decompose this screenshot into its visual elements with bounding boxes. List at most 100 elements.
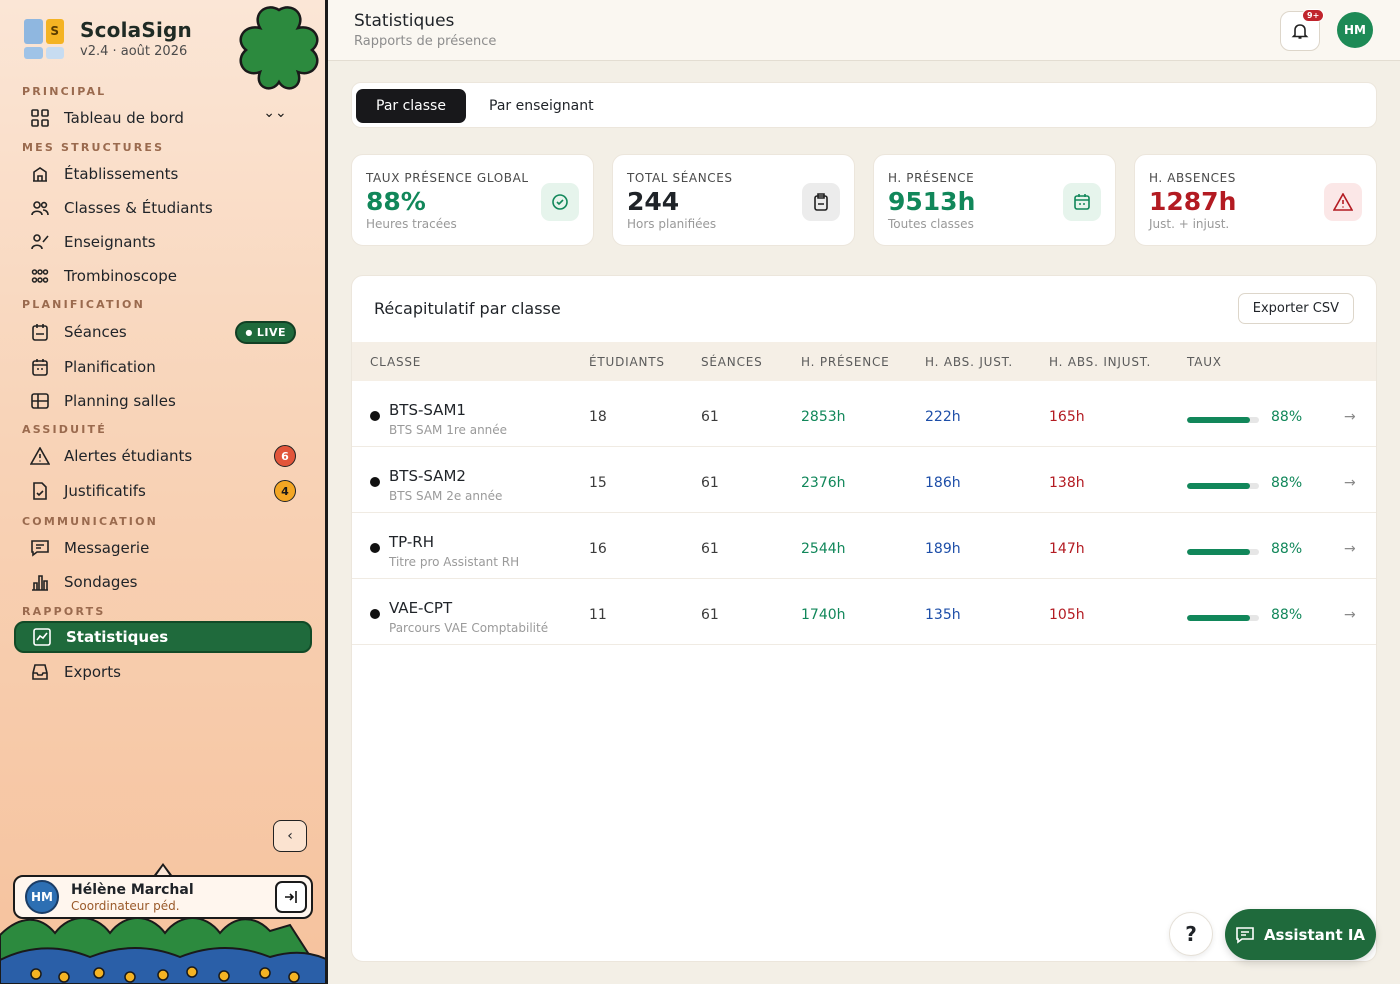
kpi-subtext: Hors planifiées: [627, 217, 717, 231]
teacher-icon: [30, 232, 50, 252]
rate-progress-bar: [1187, 417, 1259, 423]
line-chart-icon: [32, 627, 52, 647]
user-avatar-button[interactable]: HM: [1337, 12, 1373, 48]
class-description: BTS SAM 2e année: [389, 489, 503, 503]
cell-students: 18: [589, 409, 607, 425]
column-header-seances[interactable]: SÉANCES: [701, 355, 763, 369]
ai-assistant-button[interactable]: Assistant IA: [1225, 909, 1376, 960]
column-header-abs-just[interactable]: H. ABS. JUST.: [925, 355, 1013, 369]
tab-par-classe[interactable]: Par classe: [356, 89, 466, 123]
rate-progress-bar: [1187, 483, 1259, 489]
row-arrow-icon[interactable]: →: [1344, 475, 1356, 491]
row-dot: [370, 477, 380, 487]
kpi-subtext: Heures tracées: [366, 217, 457, 231]
tab-par-enseignant[interactable]: Par enseignant: [469, 89, 614, 123]
sidebar-item-planning-salles[interactable]: Planning salles: [14, 385, 312, 417]
section-rapports: RAPPORTS: [22, 605, 106, 618]
column-header-presence[interactable]: H. PRÉSENCE: [801, 355, 890, 369]
chat-icon: [1236, 926, 1254, 944]
kpi-label: H. PRÉSENCE: [888, 171, 975, 185]
cell-abs-injust: 165h: [1049, 409, 1085, 425]
section-planification: PLANIFICATION: [22, 298, 145, 311]
sidebar-item-trombinoscope[interactable]: Trombinoscope: [14, 260, 312, 292]
sidebar-item-classes[interactable]: Classes & Étudiants: [14, 192, 312, 224]
warning-icon: [1324, 183, 1362, 221]
kpi-label: TAUX PRÉSENCE GLOBAL: [366, 171, 529, 185]
class-description: Titre pro Assistant RH: [389, 555, 520, 569]
check-circle-icon: [541, 183, 579, 221]
class-description: Parcours VAE Comptabilité: [389, 621, 549, 635]
row-arrow-icon[interactable]: →: [1344, 409, 1356, 425]
sidebar-item-statistiques[interactable]: Statistiques: [14, 621, 312, 653]
sidebar-item-label: Tableau de bord: [64, 109, 184, 127]
sidebar-item-enseignants[interactable]: Enseignants: [14, 226, 312, 258]
column-header-classe[interactable]: CLASSE: [370, 355, 421, 369]
user-name: Hélène Marchal: [71, 881, 194, 898]
row-dot: [370, 543, 380, 553]
panel-title: Récapitulatif par classe: [374, 299, 561, 318]
class-description: BTS SAM 1re année: [389, 423, 508, 437]
sidebar-item-dashboard[interactable]: Tableau de bord: [14, 102, 312, 134]
bar-chart-icon: [30, 572, 50, 592]
sidebar-item-label: Messagerie: [64, 539, 150, 557]
section-principal: PRINCIPAL: [22, 85, 107, 98]
column-header-etudiants[interactable]: ÉTUDIANTS: [589, 355, 665, 369]
cell-rate: 88%: [1271, 607, 1303, 623]
clover-decoration: [239, 6, 319, 90]
sidebar-item-label: Classes & Étudiants: [64, 199, 213, 217]
cell-rate: 88%: [1271, 541, 1303, 557]
rate-progress-bar: [1187, 549, 1259, 555]
column-header-abs-injust[interactable]: H. ABS. INJUST.: [1049, 355, 1151, 369]
sidebar-item-sondages[interactable]: Sondages: [14, 566, 312, 598]
page-title: Statistiques: [354, 11, 455, 31]
cell-sessions: 61: [701, 607, 719, 623]
table-row[interactable]: BTS-SAM1 BTS SAM 1re année 18 61 2853h 2…: [352, 381, 1376, 447]
table-row[interactable]: TP-RH Titre pro Assistant RH 16 61 2544h…: [352, 513, 1376, 579]
message-icon: [30, 538, 50, 558]
cell-abs-injust: 147h: [1049, 541, 1085, 557]
table-row[interactable]: VAE-CPT Parcours VAE Comptabilité 11 61 …: [352, 579, 1376, 645]
row-arrow-icon[interactable]: →: [1344, 607, 1356, 623]
clipboard-icon: [802, 183, 840, 221]
table-header: CLASSE ÉTUDIANTS SÉANCES H. PRÉSENCE H. …: [352, 342, 1376, 381]
class-name: BTS-SAM2: [389, 467, 466, 485]
kpi-card-heures-presence: H. PRÉSENCE 9513h Toutes classes: [873, 154, 1116, 246]
help-button[interactable]: ?: [1169, 912, 1213, 956]
calendar-icon: [30, 357, 50, 377]
sidebar-item-justificatifs[interactable]: Justificatifs 4: [14, 475, 312, 507]
sidebar-item-label: Trombinoscope: [64, 267, 177, 285]
alert-triangle-icon: [30, 446, 50, 466]
column-header-taux[interactable]: TAUX: [1187, 355, 1222, 369]
row-arrow-icon[interactable]: →: [1344, 541, 1356, 557]
grid-faces-icon: [30, 266, 50, 286]
kpi-subtext: Just. + injust.: [1149, 217, 1230, 231]
live-badge: LIVE: [235, 320, 296, 344]
row-dot: [370, 411, 380, 421]
sidebar-item-messagerie[interactable]: Messagerie: [14, 532, 312, 564]
collapse-sidebar-button[interactable]: ‹: [273, 820, 307, 852]
alert-count-badge: 6: [274, 445, 296, 467]
sidebar-item-planification[interactable]: Planification: [14, 351, 312, 383]
sidebar-item-etablissements[interactable]: Établissements: [14, 158, 312, 190]
app-version: v2.4 · août 2026: [80, 44, 188, 59]
building-icon: [30, 164, 50, 184]
class-name: VAE-CPT: [389, 599, 453, 617]
cell-abs-injust: 138h: [1049, 475, 1085, 491]
export-csv-button[interactable]: Exporter CSV: [1237, 293, 1354, 324]
sidebar-item-label: Planning salles: [64, 392, 176, 410]
app-logo: S: [24, 18, 64, 59]
cell-sessions: 61: [701, 409, 719, 425]
brand[interactable]: S ScolaSign v2.4 · août 2026: [24, 18, 192, 59]
cell-sessions: 61: [701, 541, 719, 557]
rate-progress-bar: [1187, 615, 1259, 621]
sidebar-item-alertes[interactable]: Alertes étudiants 6: [14, 440, 312, 472]
class-summary-panel: Récapitulatif par classe Exporter CSV CL…: [351, 275, 1377, 962]
sidebar-item-exports[interactable]: Exports: [14, 656, 312, 688]
cell-students: 11: [589, 607, 607, 623]
inbox-icon: [30, 662, 50, 682]
notification-count-badge: 9+: [1302, 9, 1325, 22]
ai-assistant-label: Assistant IA: [1263, 925, 1366, 944]
kpi-card-heures-absences: H. ABSENCES 1287h Just. + injust.: [1134, 154, 1377, 246]
sidebar-item-seances[interactable]: Séances LIVE: [14, 316, 312, 348]
table-row[interactable]: BTS-SAM2 BTS SAM 2e année 15 61 2376h 18…: [352, 447, 1376, 513]
